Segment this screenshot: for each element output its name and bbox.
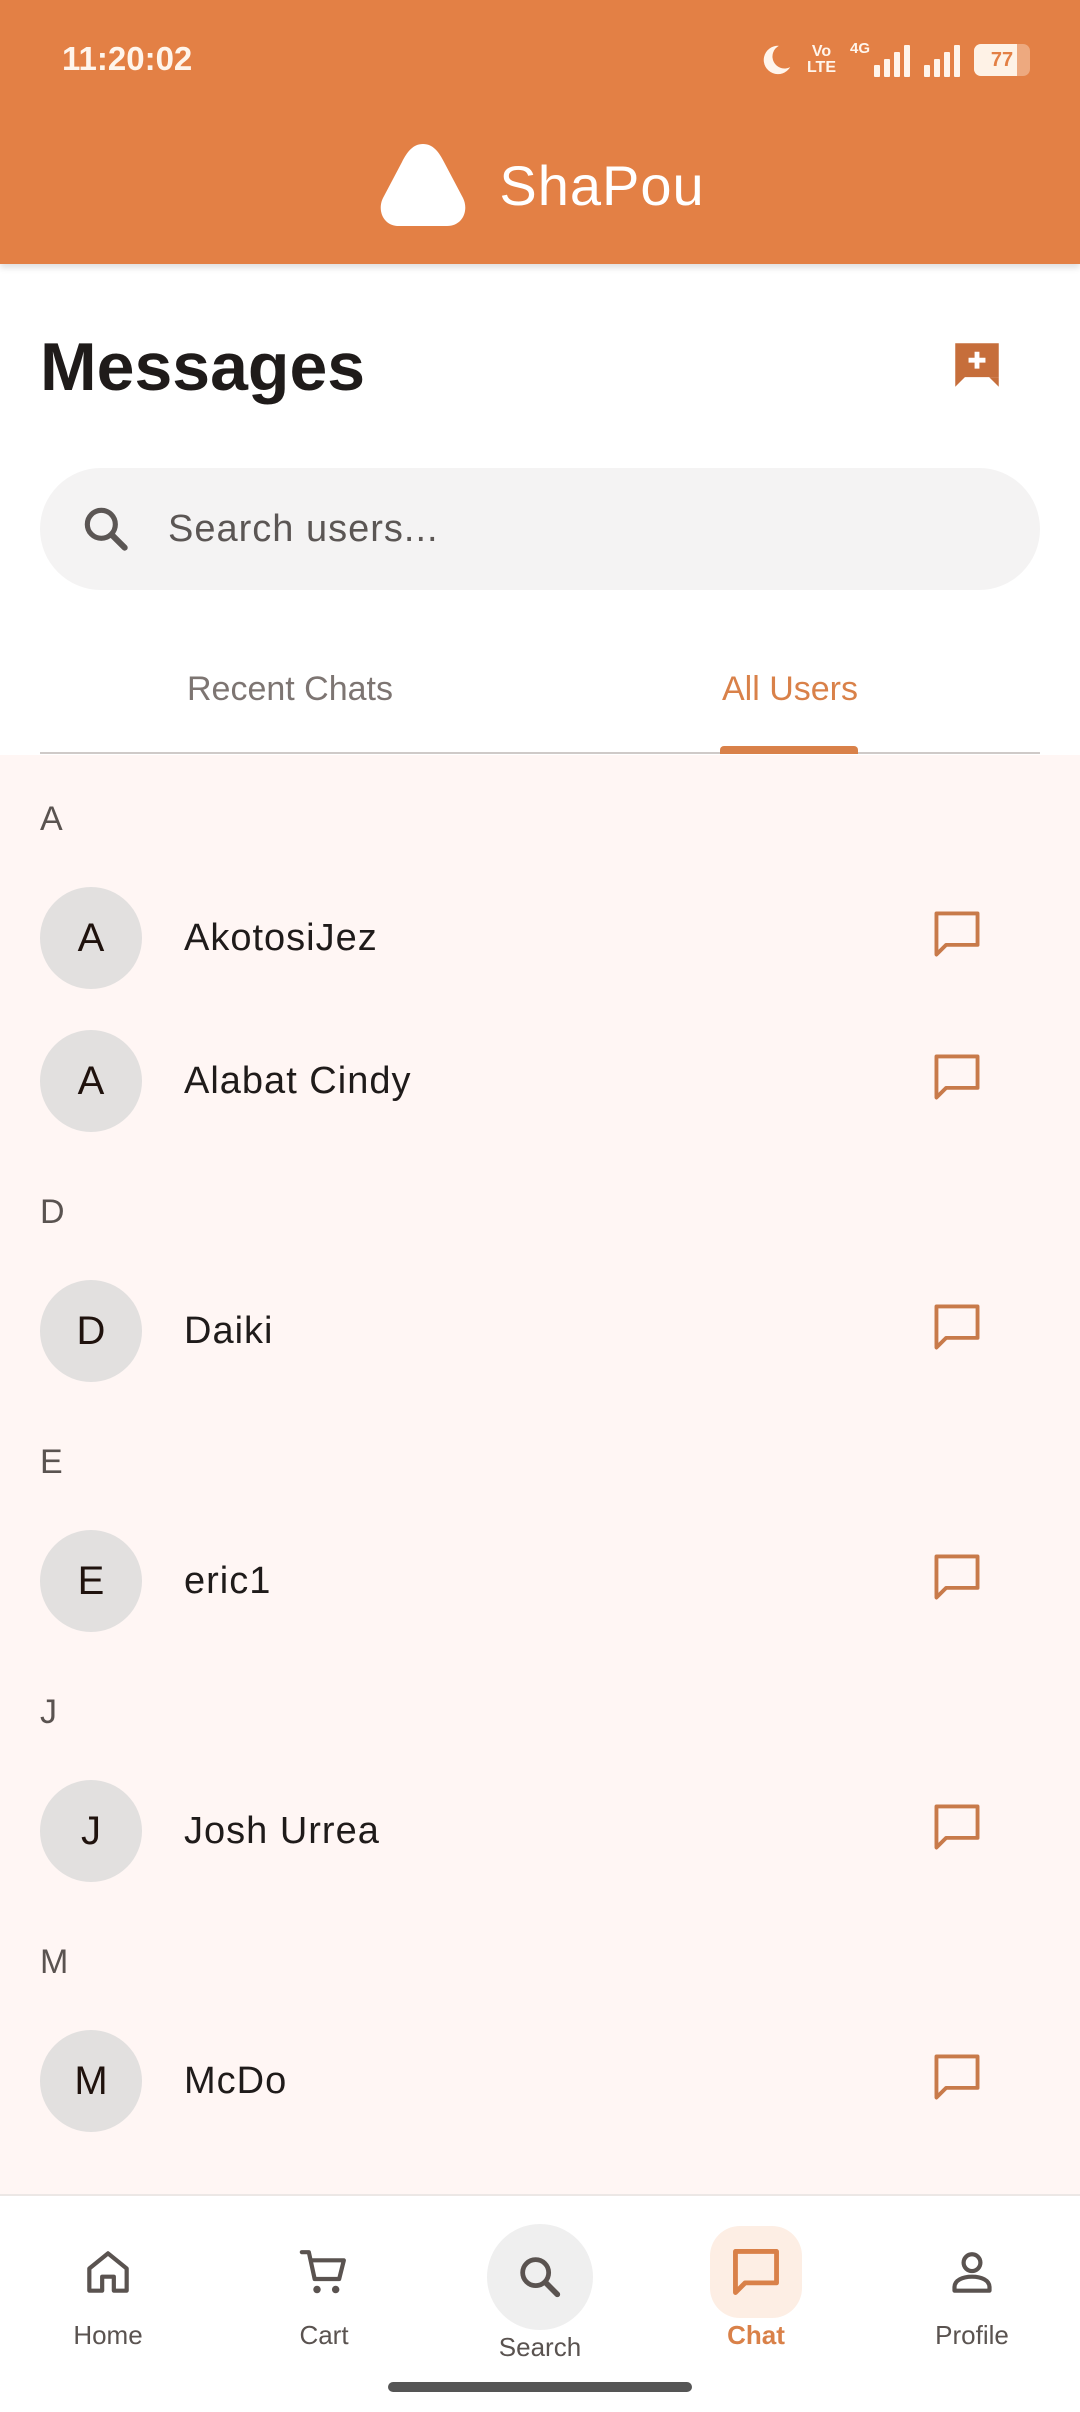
search-input[interactable] (168, 507, 968, 551)
volte-indicator: Vo LTE (807, 44, 836, 76)
network-type: 4G (849, 40, 870, 57)
section-header-e: E (40, 1443, 63, 1481)
nav-profile[interactable]: Profile (864, 2196, 1080, 2396)
user-row-mcdo[interactable]: M McDo (0, 2020, 1080, 2140)
nav-search-label: Search (498, 2332, 582, 2362)
user-name: AkotosiJez (184, 917, 378, 959)
nav-chat[interactable]: Chat (648, 2196, 864, 2396)
section-header-m: M (40, 1943, 69, 1981)
battery-level: 77 (990, 48, 1014, 71)
status-icons: Vo LTE 4G 77 (759, 40, 1030, 80)
avatar: A (40, 1030, 142, 1132)
tab-recent-chats[interactable]: Recent Chats (40, 670, 540, 709)
page-title: Messages (40, 329, 366, 405)
nav-profile-label: Profile (935, 2320, 1009, 2350)
chat-bubble-icon (934, 2054, 980, 2100)
avatar: D (40, 1280, 142, 1382)
nav-cart-icon-wrap (278, 2226, 370, 2318)
volte-line-1: Vo (811, 43, 832, 60)
add-message-icon (955, 343, 999, 387)
message-button[interactable] (926, 1796, 988, 1858)
user-row-alabat-cindy[interactable]: A Alabat Cindy (0, 1020, 1080, 1140)
signal-strength-icon (874, 43, 910, 77)
bottom-navigation: Home Cart Search Chat Profile (0, 2194, 1080, 2412)
user-row-josh-urrea[interactable]: J Josh Urrea (0, 1770, 1080, 1890)
search-icon (520, 2257, 561, 2298)
avatar: A (40, 887, 142, 989)
brand: ShaPou (0, 142, 1080, 228)
avatar: E (40, 1530, 142, 1632)
section-header-a: A (40, 800, 63, 838)
tab-bar: Recent Chats All Users (40, 640, 1040, 754)
nav-search[interactable]: Search (432, 2196, 648, 2396)
tab-all-users[interactable]: All Users (540, 670, 1040, 709)
battery-icon: 77 (974, 44, 1030, 76)
user-name: Alabat Cindy (184, 1060, 412, 1102)
cloud-logo-icon (381, 144, 466, 226)
search-bar[interactable] (40, 468, 1040, 590)
signal-strength-icon-2 (924, 43, 960, 77)
chat-bubble-icon (934, 1054, 980, 1100)
user-list: A A AkotosiJez A Alabat Cindy D D Daiki … (0, 755, 1080, 2195)
nav-profile-icon-wrap (926, 2226, 1018, 2318)
status-time: 11:20:02 (62, 40, 193, 77)
avatar: M (40, 2030, 142, 2132)
nav-cart-label: Cart (299, 2320, 349, 2350)
message-button[interactable] (926, 903, 988, 965)
chat-bubble-icon (934, 911, 980, 957)
home-indicator[interactable] (388, 2382, 692, 2392)
section-header-d: D (40, 1193, 65, 1231)
message-button[interactable] (926, 1546, 988, 1608)
user-name: eric1 (184, 1560, 272, 1602)
user-name: Daiki (184, 1310, 274, 1352)
message-button[interactable] (926, 1296, 988, 1358)
active-tab-indicator (720, 746, 858, 754)
nav-chat-label: Chat (727, 2320, 785, 2350)
chat-bubble-icon (934, 1304, 980, 1350)
avatar: J (40, 1780, 142, 1882)
message-button[interactable] (926, 2046, 988, 2108)
home-icon (87, 2251, 129, 2293)
nav-home-icon-wrap (62, 2226, 154, 2318)
profile-icon (952, 2252, 992, 2293)
nav-cart[interactable]: Cart (216, 2196, 432, 2396)
user-row-akotosijez[interactable]: A AkotosiJez (0, 877, 1080, 997)
user-name: McDo (184, 2060, 288, 2102)
chat-bubble-icon (934, 1554, 980, 1600)
new-message-button[interactable] (946, 334, 1008, 396)
chat-bubble-icon (934, 1804, 980, 1850)
app-name: ShaPou (499, 153, 705, 217)
nav-chat-icon-wrap (710, 2226, 802, 2318)
status-bar: 11:20:02 Vo LTE 4G 77 (0, 0, 1080, 120)
app-header: 11:20:02 Vo LTE 4G 77 ShaPou (0, 0, 1080, 264)
moon-icon (763, 45, 791, 75)
nav-search-icon-wrap (487, 2224, 593, 2330)
chat-icon (733, 2249, 779, 2295)
message-button[interactable] (926, 1046, 988, 1108)
nav-home-label: Home (73, 2320, 143, 2350)
nav-home[interactable]: Home (0, 2196, 216, 2396)
search-icon (84, 507, 128, 551)
user-row-daiki[interactable]: D Daiki (0, 1270, 1080, 1390)
section-header-j: J (40, 1693, 57, 1731)
cart-icon (299, 2250, 346, 2294)
user-row-eric1[interactable]: E eric1 (0, 1520, 1080, 1640)
user-name: Josh Urrea (184, 1810, 380, 1852)
volte-line-2: LTE (806, 59, 836, 76)
